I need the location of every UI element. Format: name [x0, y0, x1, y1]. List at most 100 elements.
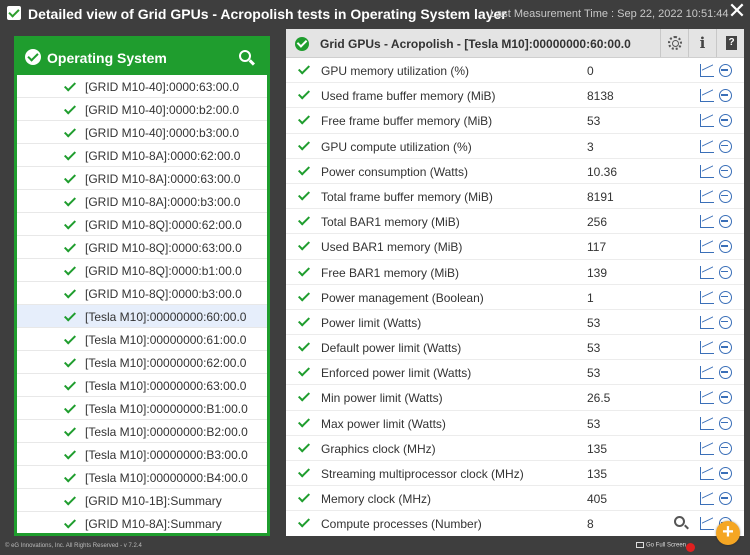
tree-item[interactable]: [GRID M10-8A]:0000:63:00.0: [17, 167, 267, 190]
trend-graph-icon[interactable]: [700, 64, 714, 77]
measurement-value: 0: [587, 64, 594, 78]
history-icon[interactable]: [719, 89, 732, 103]
tree-item-label: [Tesla M10]:00000000:60:00.0: [85, 310, 247, 324]
trend-graph-icon[interactable]: [700, 492, 714, 506]
trend-graph-icon[interactable]: [700, 315, 714, 329]
measurement-value: 10.36: [587, 164, 618, 179]
history-icon[interactable]: [719, 164, 732, 178]
measurement-row: GPU memory utilization (%) 0: [286, 58, 744, 84]
measurement-name: Max power limit (Watts): [321, 416, 446, 431]
search-icon[interactable]: [239, 50, 251, 62]
history-icon[interactable]: [719, 290, 732, 304]
tree-item[interactable]: [Tesla M10]:00000000:B4:00.0: [17, 466, 267, 489]
tree-item[interactable]: [Tesla M10]:00000000:B1:00.0: [17, 397, 267, 420]
trend-graph-icon[interactable]: [700, 467, 714, 480]
history-icon[interactable]: [719, 64, 732, 77]
tree-item-label: [Tesla M10]:00000000:62:00.0: [85, 356, 247, 370]
tree-item[interactable]: [GRID M10-40]:0000:63:00.0: [17, 75, 267, 98]
check-icon: [297, 163, 311, 176]
check-icon: [63, 447, 77, 460]
tree-item[interactable]: [GRID M10-8Q]:0000:62:00.0: [17, 213, 267, 236]
tree-item[interactable]: [Tesla M10]:00000000:61:00.0: [17, 328, 267, 351]
tree-item[interactable]: [GRID M10-40]:0000:b3:00.0: [17, 121, 267, 144]
check-icon: [297, 213, 311, 226]
measurement-row: Power consumption (Watts) 10.36: [286, 159, 744, 184]
alert-indicator[interactable]: [686, 543, 695, 552]
trend-graph-icon[interactable]: [700, 89, 714, 103]
tree-item[interactable]: [GRID M10-8A]:0000:b3:00.0: [17, 190, 267, 213]
history-icon[interactable]: [719, 366, 732, 380]
tree-item[interactable]: [GRID M10-1B]:Summary: [17, 489, 267, 512]
trend-graph-icon[interactable]: [700, 391, 714, 405]
window-title: Detailed view of Grid GPUs - Acropolish …: [28, 6, 507, 22]
measurement-name: GPU compute utilization (%): [321, 139, 472, 154]
check-icon: [63, 217, 77, 230]
measurement-row: Total frame buffer memory (MiB) 8191: [286, 184, 744, 210]
trend-graph-icon[interactable]: [700, 341, 714, 355]
tree-item[interactable]: [GRID M10-8A]:0000:62:00.0: [17, 144, 267, 167]
last-measurement-time: Last Measurement Time : Sep 22, 2022 10:…: [490, 8, 729, 20]
history-icon[interactable]: [719, 315, 732, 329]
check-icon: [63, 171, 77, 184]
status-check-icon: [25, 49, 41, 65]
history-icon[interactable]: [719, 139, 732, 153]
history-icon[interactable]: [719, 215, 732, 229]
measurement-row: Free BAR1 memory (MiB) 139: [286, 260, 744, 285]
tree-item[interactable]: [GRID M10-40]:0000:b2:00.0: [17, 98, 267, 121]
history-icon[interactable]: [719, 189, 732, 203]
check-icon: [63, 286, 77, 299]
check-icon: [63, 378, 77, 391]
check-icon: [297, 339, 311, 352]
tree-item[interactable]: [Tesla M10]:00000000:60:00.0: [17, 305, 267, 328]
trend-graph-icon[interactable]: [700, 240, 714, 254]
full-screen-button[interactable]: Go Full Screen: [636, 542, 686, 549]
add-button[interactable]: +: [716, 521, 740, 545]
tree-item[interactable]: [Tesla M10]:00000000:B3:00.0: [17, 443, 267, 466]
zoom-icon[interactable]: [674, 516, 685, 528]
measurement-value: 139: [587, 265, 608, 280]
history-icon[interactable]: [719, 341, 732, 355]
tree-item[interactable]: [Tesla M10]:00000000:63:00.0: [17, 374, 267, 397]
measurement-name: Total frame buffer memory (MiB): [321, 189, 493, 204]
history-icon[interactable]: [719, 441, 732, 455]
tree-item-label: [Tesla M10]:00000000:61:00.0: [85, 333, 247, 347]
trend-graph-icon[interactable]: [700, 265, 714, 279]
trend-graph-icon[interactable]: [700, 416, 714, 430]
close-button[interactable]: ✕: [727, 0, 747, 22]
test-title: Grid GPUs - Acropolish - [Tesla M10]:000…: [320, 37, 631, 51]
trend-graph-icon[interactable]: [700, 441, 714, 455]
measurement-row: Enforced power limit (Watts) 53: [286, 360, 744, 386]
help-button[interactable]: ?: [716, 29, 744, 57]
check-icon: [63, 470, 77, 483]
trend-graph-icon[interactable]: [700, 517, 714, 531]
history-icon[interactable]: [719, 391, 732, 405]
check-icon: [297, 389, 311, 402]
history-icon[interactable]: [719, 467, 732, 480]
tree-item[interactable]: [Tesla M10]:00000000:B2:00.0: [17, 420, 267, 443]
tree-item[interactable]: [GRID M10-8Q]:0000:b3:00.0: [17, 282, 267, 305]
tree-item[interactable]: [GRID M10-8A]:Summary: [17, 512, 267, 533]
trend-graph-icon[interactable]: [700, 366, 714, 380]
history-icon[interactable]: [719, 114, 732, 128]
settings-button[interactable]: [660, 29, 688, 57]
trend-graph-icon[interactable]: [700, 114, 714, 128]
measurement-value: 117: [587, 240, 607, 255]
tree-item[interactable]: [GRID M10-8Q]:0000:63:00.0: [17, 236, 267, 259]
trend-graph-icon[interactable]: [700, 290, 714, 304]
measurement-name: Min power limit (Watts): [321, 391, 443, 406]
tree-item[interactable]: [GRID M10-8Q]:0000:b1:00.0: [17, 259, 267, 282]
info-button[interactable]: i: [688, 29, 716, 57]
history-icon[interactable]: [719, 265, 732, 279]
measurement-row: Used frame buffer memory (MiB) 8138: [286, 83, 744, 109]
measurement-name: Total BAR1 memory (MiB): [321, 215, 460, 230]
history-icon[interactable]: [719, 492, 732, 506]
measurement-row: Power management (Boolean) 1: [286, 285, 744, 310]
history-icon[interactable]: [719, 240, 732, 254]
trend-graph-icon[interactable]: [700, 189, 714, 203]
trend-graph-icon[interactable]: [700, 139, 714, 153]
measurement-row: Compute processes (Number) 8: [286, 511, 744, 536]
trend-graph-icon[interactable]: [700, 215, 714, 229]
trend-graph-icon[interactable]: [700, 164, 714, 178]
tree-item[interactable]: [Tesla M10]:00000000:62:00.0: [17, 351, 267, 374]
history-icon[interactable]: [719, 416, 732, 430]
